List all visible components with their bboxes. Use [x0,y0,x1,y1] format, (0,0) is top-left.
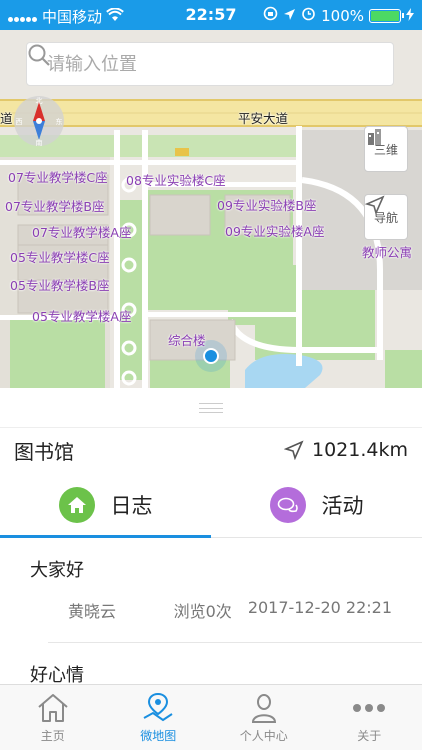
battery-percent: 100% [321,6,364,25]
building-label-08c[interactable]: 08专业实验楼C座 [126,170,226,189]
building-label-05a[interactable]: 05专业教学楼A座 [32,306,131,325]
tab-log-label: 日志 [110,493,153,518]
tab-activity[interactable]: 活动 [211,472,422,537]
building-label-complex[interactable]: 综合楼 [168,330,206,349]
map-pin-icon [143,692,173,721]
grip-icon [199,402,223,413]
navigation-button[interactable]: 导航 [364,194,408,240]
compass-east: 东 [56,117,63,126]
list-item[interactable]: 好心情 [0,643,422,684]
log-list: 大家好 黄晓云 浏览0次 2017-12-20 22:21 好心情 [0,538,422,684]
home-outline-icon [38,693,68,722]
buildings-3d-icon [368,129,381,145]
person-icon [251,693,276,723]
app-screen: 中国移动 22:57 100% 北 南 西 东 请输入位置 道 平安大道 07专… [0,0,422,750]
road-label-left: 道 [0,111,13,126]
bottom-tab-bar: 主页 微地图 个人中心 关于 [0,684,422,750]
charging-icon [406,7,414,25]
tab-log[interactable]: 日志 [0,472,211,538]
campus-map[interactable]: 北 南 西 东 道 平安大道 07专业教学楼C座 08专业实验楼C座 07专业教… [0,30,422,388]
nav-item-profile[interactable]: 个人中心 [211,685,317,750]
distance-readout[interactable]: 1021.4km [284,439,408,461]
chat-icon [269,486,306,523]
place-header: 图书馆 1021.4km [0,428,422,472]
battery-icon [369,8,404,23]
alarm-icon [301,6,316,25]
building-label-07a[interactable]: 07专业教学楼A座 [32,222,131,241]
distance-value: 1021.4km [312,439,408,461]
nav-label-profile: 个人中心 [239,728,288,743]
nav-label-home: 主页 [40,728,65,743]
compass-west: 西 [16,118,23,126]
direction-arrow-icon [284,440,304,460]
compass-north: 北 [36,97,43,105]
location-arrow-icon [283,7,296,25]
tab-activity-label: 活动 [321,493,364,518]
compass-widget[interactable]: 北 南 西 东 [14,96,64,146]
rotation-lock-icon [263,6,278,25]
search-box[interactable] [26,42,394,86]
search-icon[interactable] [28,44,393,84]
compass-south: 南 [36,138,43,146]
list-item[interactable]: 大家好 黄晓云 浏览0次 2017-12-20 22:21 [0,538,422,643]
entry-views: 浏览0次 [173,602,232,621]
status-bar: 中国移动 22:57 100% [0,0,422,30]
entry-title: 大家好 [30,560,84,581]
panel-drag-handle[interactable] [0,388,422,428]
nav-item-home[interactable]: 主页 [0,685,106,750]
building-label-05c[interactable]: 05专业教学楼C座 [10,247,110,266]
more-dots-icon [353,703,386,712]
nav-item-map[interactable]: 微地图 [106,685,212,750]
content-tabs: 日志 活动 [0,472,422,538]
nav-item-about[interactable]: 关于 [317,685,422,750]
building-label-07c[interactable]: 07专业教学楼C座 [8,167,108,186]
entry-title: 好心情 [30,665,84,684]
building-label-09a[interactable]: 09专业实验楼A座 [225,221,324,240]
road-label-main: 平安大道 [238,111,289,126]
search-input[interactable] [27,43,353,85]
building-label-07b[interactable]: 07专业教学楼B座 [5,196,104,215]
home-icon [58,486,95,523]
navigation-arrow-icon [365,195,385,215]
entry-time: 2017-12-20 22:21 [247,598,392,617]
building-label-05b[interactable]: 05专业教学楼B座 [10,275,109,294]
building-label-teacher-apartment[interactable]: 教师公寓 [362,242,412,261]
place-name: 图书馆 [14,439,74,464]
entry-author: 黄晓云 [68,602,117,621]
compass-icon: 北 南 西 东 [16,97,63,146]
nav-label-about: 关于 [357,728,382,743]
building-label-09b[interactable]: 09专业实验楼B座 [217,195,316,214]
nav-label-map: 微地图 [140,728,177,743]
3d-view-button[interactable]: 三维 [364,126,408,172]
